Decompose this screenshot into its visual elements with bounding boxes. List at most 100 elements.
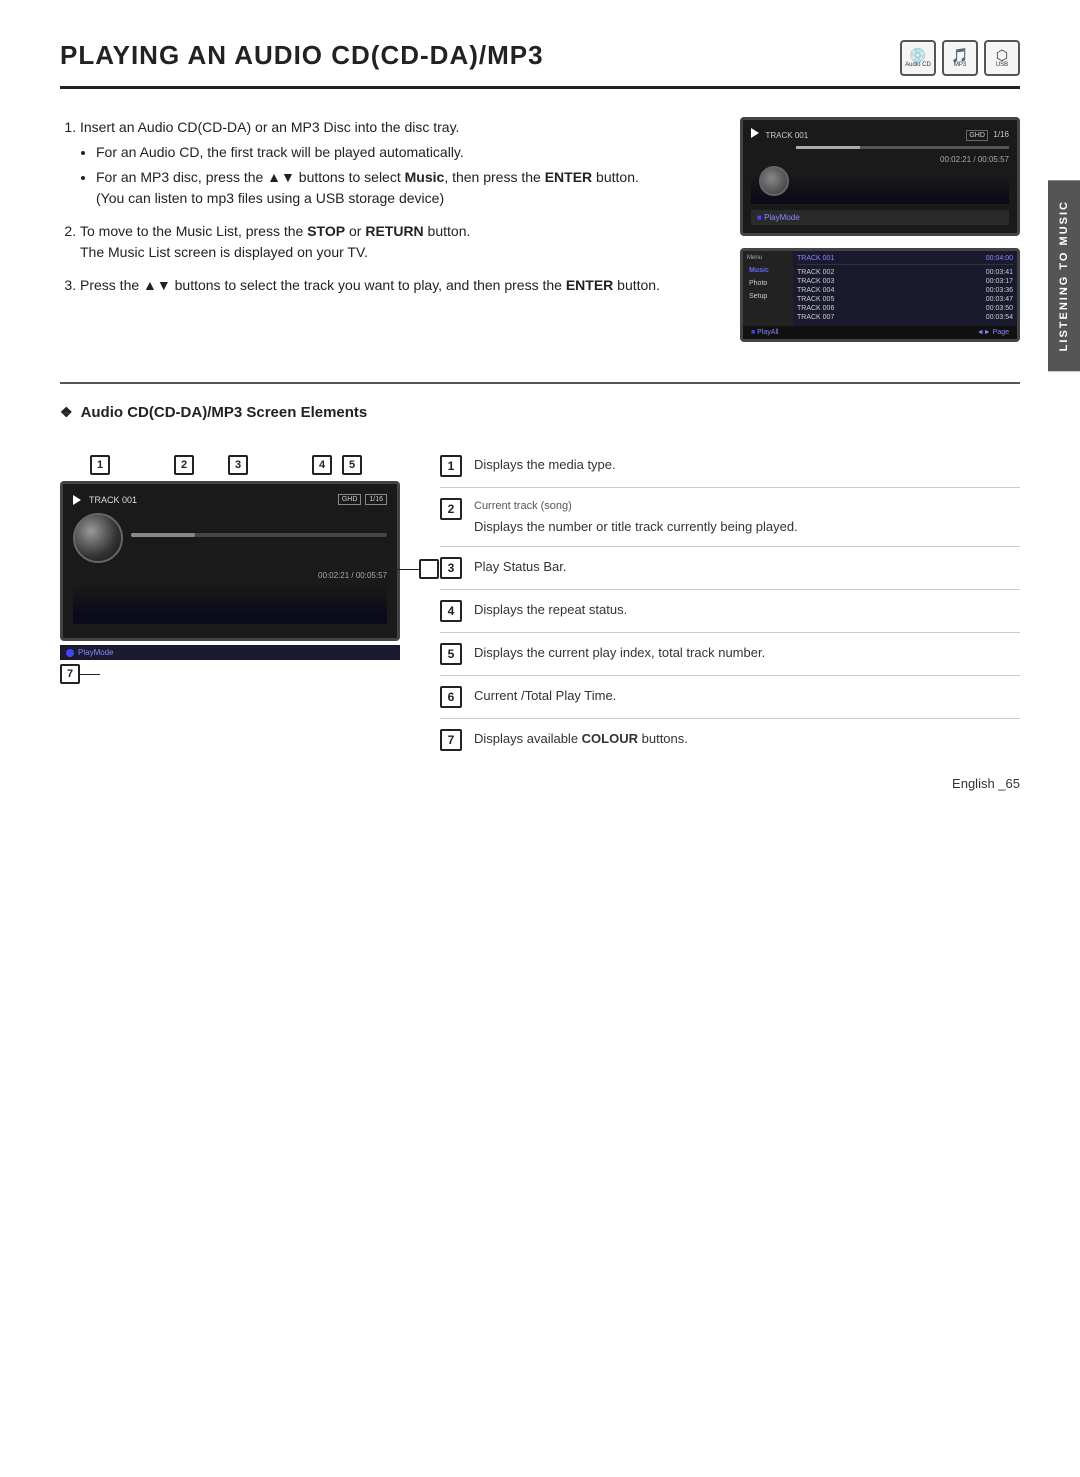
elem-4-text: Displays the repeat status. [474,602,627,617]
elem-2-text: Displays the number or title track curre… [474,519,798,534]
annotated-screen-container: 1 2 3 4 5 [60,445,400,684]
annotated-screen-wrapper: TRACK 001 GHD 1/16 [60,481,400,684]
elem-3-text: Play Status Bar. [474,559,567,574]
track-row-002: TRACK 00200:03:41 [797,268,1013,277]
big-progress-bar [131,533,387,537]
elem-5-text: Displays the current play index, total t… [474,645,765,660]
element-row-4: 4 Displays the repeat status. [440,590,1020,633]
tv-list-main-area: TRACK 001 00:04:00 TRACK 00200:03:41 TRA… [793,251,1017,326]
annotation-numbers-top: 1 2 3 4 5 [60,445,400,475]
screen-thumbnails: TRACK 001 GHD 1/16 00:02:21 / 00:05:57 [740,117,1020,342]
ann-num-2: 2 [174,455,194,475]
page-footer: English _65 [952,776,1020,791]
element-row-7: 7 Displays available COLOUR buttons. [440,719,1020,761]
screen-elements-title: Audio CD(CD-DA)/MP3 Screen Elements [60,404,1020,421]
big-tv-bottom-bar: PlayMode [60,645,400,660]
ann-num-1: 1 [90,455,110,475]
usb-label: USB [996,62,1008,68]
elements-descriptions: 1 Displays the media type. 2 Current tra… [440,445,1020,761]
step-1-bullet-2: For an MP3 disc, press the ▲▼ buttons to… [96,167,710,209]
page-title: PLAYING AN AUDIO CD(CD-DA)/MP3 [60,40,544,71]
instructions: Insert an Audio CD(CD-DA) or an MP3 Disc… [60,117,710,342]
time-display-small: 00:02:21 / 00:05:57 [796,155,1009,164]
elements-layout: 1 2 3 4 5 [60,445,1020,761]
progress-bar [796,146,1009,149]
element-row-5: 5 Displays the current play index, total… [440,633,1020,676]
repeat-badge-small: GHD 1/16 [966,129,1009,139]
ann-num-5: 5 [342,455,362,475]
element-row-1: 1 Displays the media type. [440,445,1020,488]
track-row-005: TRACK 00500:03:47 [797,295,1013,304]
main-content: Insert an Audio CD(CD-DA) or an MP3 Disc… [60,117,1020,342]
blue-btn-indicator: ■ [757,213,762,222]
mp3-symbol: 🎵 [951,48,968,62]
track-001-header: TRACK 001 [797,255,834,262]
step-1-main: Insert an Audio CD(CD-DA) or an MP3 Disc… [80,119,459,135]
ann-nums-group: 1 2 3 4 5 [90,455,362,475]
elem-num-6-desc: 6 [440,686,462,708]
menu-label: Menu [747,255,789,261]
callout-6-area: 6 [381,559,439,579]
element-row-6: 6 Current /Total Play Time. [440,676,1020,719]
mp3-label: MP3 [954,62,966,68]
section-divider [60,382,1020,384]
big-tv-top-row: TRACK 001 GHD 1/16 [73,494,387,505]
elem-1-text: Displays the media type. [474,457,616,472]
elem-num-7-desc: 7 [440,729,462,751]
tv-list-sidebar: Menu Music Photo Setup [743,251,793,326]
big-badges-area: GHD 1/16 [334,494,387,505]
step-3: Press the ▲▼ buttons to select the track… [80,275,710,296]
elem-text-1: Displays the media type. [474,455,616,475]
big-time-display: 00:02:21 / 00:05:57 [73,571,387,580]
elem-text-2: Current track (song) Displays the number… [474,498,798,536]
elem-6-text: Current /Total Play Time. [474,688,616,703]
step-2: To move to the Music List, press the STO… [80,221,710,263]
step-2-sub: The Music List screen is displayed on yo… [80,244,368,260]
track-count-small: 1/16 [993,130,1009,139]
big-tv-track-info [131,533,387,543]
tv-bottom-bar-1: ■ PlayMode [751,210,1009,225]
setup-menu-item: Setup [747,290,789,303]
ann-num-4: 4 [312,455,332,475]
audio-cd-label: Audio CD [905,62,931,68]
callout-7-line [80,674,100,675]
page-header: PLAYING AN AUDIO CD(CD-DA)/MP3 💿 Audio C… [60,40,1020,89]
blue-dot-icon [66,649,74,657]
big-disc-area [73,513,387,563]
progress-fill [796,146,860,149]
track-row-003: TRACK 00300:03:17 [797,277,1013,286]
element-row-2: 2 Current track (song) Displays the numb… [440,488,1020,547]
gradient-overlay [751,174,1009,204]
callout-7-area: 7 [60,664,400,684]
big-tv-play-area: TRACK 001 [73,495,137,505]
big-tv-screen: TRACK 001 GHD 1/16 [60,481,400,641]
track-row-004: TRACK 00400:03:36 [797,286,1013,295]
tv-disc-area: 00:02:21 / 00:05:57 [751,146,1009,206]
time-header: 00:04:00 [986,255,1013,262]
playmode-label: PlayMode [78,648,114,657]
elem-num-3: 3 [440,557,462,579]
ann-num-7: 7 [60,664,80,684]
step-1: Insert an Audio CD(CD-DA) or an MP3 Disc… [80,117,710,209]
big-track-label: TRACK 001 [89,495,137,505]
ann-num-3: 3 [228,455,248,475]
tv-list-top-area: Menu Music Photo Setup TRACK 001 00:04:0… [743,251,1017,326]
elem-2-sub: Current track (song) [474,498,798,515]
elem-num-1: 1 [440,455,462,477]
mp3-icon-badge: 🎵 MP3 [942,40,978,76]
photo-menu-item: Photo [747,277,789,290]
elem-num-5: 5 [440,643,462,665]
big-progress-fill [131,533,195,537]
callout-6-line [381,569,419,570]
elem-text-4: Displays the repeat status. [474,600,627,620]
tv-screen-nowplaying: TRACK 001 GHD 1/16 00:02:21 / 00:05:57 [740,117,1020,236]
elem-text-5: Displays the current play index, total t… [474,643,765,663]
track-label-small: TRACK 001 [766,131,809,140]
tv-screen-musiclist: Menu Music Photo Setup TRACK 001 00:04:0… [740,248,1020,342]
screen-elements-section: Audio CD(CD-DA)/MP3 Screen Elements 1 2 … [60,404,1020,761]
cd-symbol: 💿 [909,48,926,62]
play-triangle-icon [73,495,81,505]
play-indicator-icon: TRACK 001 [751,128,808,140]
tv-screen-top-bar: TRACK 001 GHD 1/16 [751,128,1009,140]
elem-num-4: 4 [440,600,462,622]
